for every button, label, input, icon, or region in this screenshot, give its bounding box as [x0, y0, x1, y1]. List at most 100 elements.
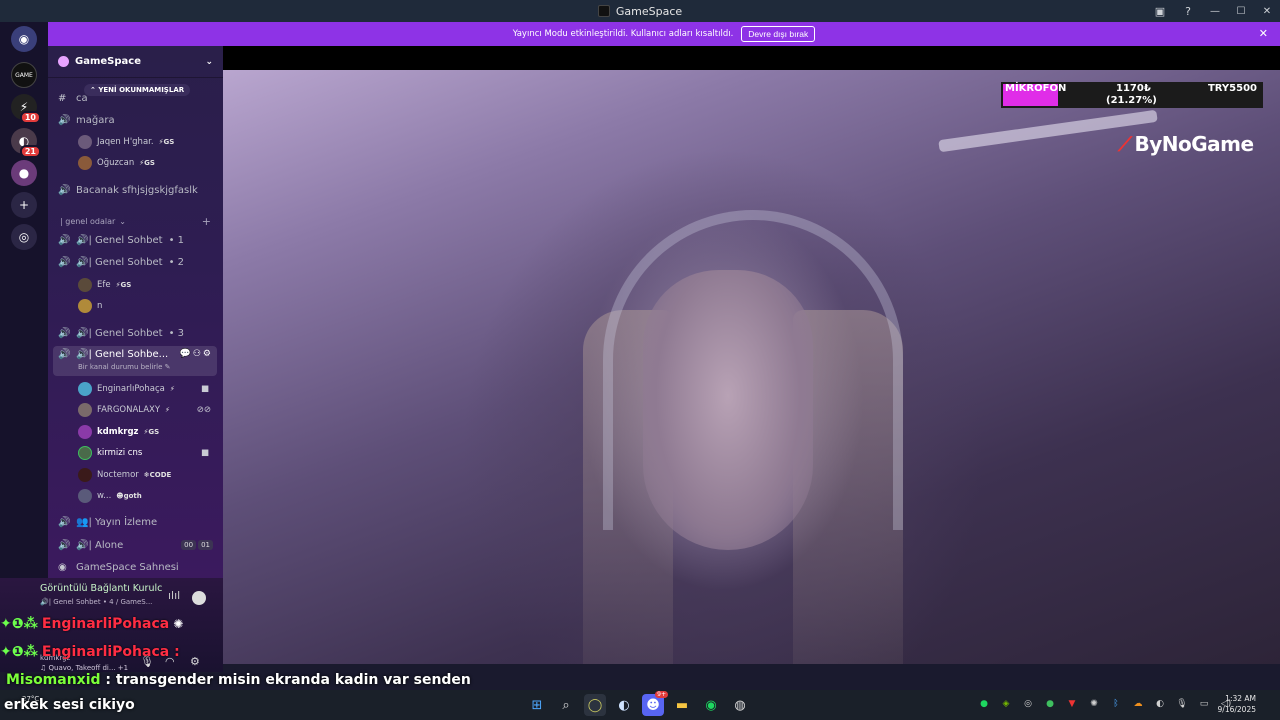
user-name: EnginarlıPohaça	[97, 384, 165, 394]
bluetooth-icon[interactable]: ᛒ	[1108, 696, 1124, 712]
spotify-icon[interactable]: ◉	[700, 694, 722, 716]
channel-genel-1[interactable]: 🔊 🔊| Genel Sohbet • 1	[48, 230, 223, 250]
stream-view[interactable]: MİKROFON 1170₺ (21.27%) TRY5500 ⟋ ByNoGa…	[223, 46, 1280, 664]
camera-icon: ■	[200, 448, 209, 458]
voice-user[interactable]: Noctemor ❄CODE	[48, 465, 223, 485]
voice-user[interactable]: Jaqen H'ghar. ⚡GS	[48, 132, 223, 152]
clock-time: 1:32 AM	[1225, 694, 1256, 703]
user-name: kdmkrgz	[97, 427, 139, 437]
tray-red-icon[interactable]: ▼	[1064, 696, 1080, 712]
channel-label: Bacanak sfhjsjgskjgfaslk	[76, 184, 198, 196]
category-genel-odalar[interactable]: | genel odalar ⌄ +	[48, 212, 223, 230]
clock[interactable]: 1:32 AM 9/16/2025	[1218, 693, 1256, 715]
search-icon[interactable]: ⌕	[555, 694, 577, 716]
disconnect-icon[interactable]	[192, 591, 206, 605]
voice-user[interactable]: Oğuzcan ⚡GS	[48, 153, 223, 173]
channel-yayin-izleme[interactable]: 🔊 👥| Yayın İzleme	[48, 512, 223, 532]
channel-label: mağara	[76, 114, 115, 126]
tray-icon[interactable]: ◎	[1020, 696, 1036, 712]
nvidia-icon[interactable]: ◈	[998, 696, 1014, 712]
guild-name: GameSpace	[75, 56, 141, 67]
user-tag: ☻goth	[116, 492, 142, 500]
counter-limit: 01	[198, 540, 213, 550]
channel-bacanak[interactable]: 🔊 Bacanak sfhjsjgskjgfaslk	[48, 180, 223, 200]
steam-tray-icon[interactable]: ◐	[1152, 696, 1168, 712]
voice-user[interactable]: kdmkrgz ⚡GS	[48, 422, 223, 442]
explore-icon[interactable]: ◎	[11, 224, 37, 250]
tray-status-icon[interactable]: ●	[1042, 696, 1058, 712]
server-gamespace[interactable]: GAME	[11, 62, 37, 88]
user-tag: ⚡GS	[115, 281, 132, 289]
discord-home-icon[interactable]: ◉	[11, 26, 37, 52]
maximize-button[interactable]: ☐	[1228, 0, 1254, 22]
channel-stage[interactable]: ◉ GameSpace Sahnesi	[48, 557, 223, 577]
user-tag: ⚡	[165, 406, 170, 414]
new-unread-pill[interactable]: ⌃ YENİ OKUNMAMIŞLAR	[84, 84, 191, 96]
avatar	[78, 446, 92, 460]
channel-alone[interactable]: 🔊 🔊| Alone 00 01	[48, 535, 223, 555]
channel-count: • 1	[168, 234, 185, 246]
taskbar: ⊞ ⌕ ◯ ◐ ☻ 9+ ▬ ◉ ◍ ● ◈ ◎ ● ▼ ✺ ᛒ ☁ ◐ 🎙 ▭ …	[0, 690, 1280, 720]
channel-genel-3[interactable]: 🔊 🔊| Genel Sohbet • 3	[48, 323, 223, 343]
tag-label: GS	[148, 428, 160, 436]
speaker-icon: 🔊	[58, 114, 71, 126]
app-icon	[597, 5, 610, 17]
hash-icon: #	[58, 92, 67, 104]
webcam-video	[223, 70, 1280, 664]
channel-genel-2[interactable]: 🔊 🔊| Genel Sohbet • 2	[48, 252, 223, 272]
voice-user[interactable]: kirmizi cns ■	[48, 443, 223, 463]
folder-icon[interactable]: ▬	[671, 694, 693, 716]
guild-header[interactable]: GameSpace ⌄	[48, 46, 223, 78]
cloud-icon[interactable]: ☁	[1130, 696, 1146, 712]
avatar	[78, 468, 92, 482]
app-icon[interactable]: ◯	[584, 694, 606, 716]
goal-amount: 1170₺	[1116, 83, 1151, 94]
banner-close-icon[interactable]: ✕	[1259, 27, 1268, 40]
add-server-icon[interactable]: +	[11, 192, 37, 218]
channel-controls[interactable]: 💬⚇⚙	[180, 349, 213, 359]
voice-user[interactable]: w... ☻goth	[48, 486, 223, 506]
chat-badge-icon: ✦❶⁂	[0, 644, 38, 660]
voice-user[interactable]: Efe ⚡GS	[48, 275, 223, 295]
channel-label: 🔊| Genel Sohbet	[76, 234, 163, 246]
tray-icon[interactable]: ✺	[1086, 696, 1102, 712]
channel-label: GameSpace Sahnesi	[76, 561, 179, 573]
microphone-tray-icon[interactable]: 🎙	[1174, 696, 1190, 712]
discord-icon[interactable]: ☻ 9+	[642, 691, 668, 716]
minimize-button[interactable]: —	[1202, 0, 1228, 22]
channel-genel-4-active[interactable]: 🔊 🔊| Genel Sohbe... 💬⚇⚙	[53, 346, 217, 376]
now-playing: ♫ Quavo, Takeoff di... +1	[40, 664, 129, 672]
inbox-icon[interactable]: ▣	[1146, 0, 1174, 22]
user-name: w...	[97, 491, 112, 501]
help-icon[interactable]: ?	[1174, 0, 1202, 22]
user-name: FARGONALAXY	[97, 405, 161, 415]
channel-magara[interactable]: 🔊 mağara	[48, 110, 223, 130]
server-4[interactable]: ●	[11, 160, 37, 186]
display-icon[interactable]: ▭	[1196, 696, 1212, 712]
obs-icon[interactable]: ◍	[729, 694, 751, 716]
close-button[interactable]: ✕	[1254, 0, 1280, 22]
voice-user[interactable]: FARGONALAXY ⚡ ⊘⊘	[48, 400, 223, 420]
window-title: GameSpace	[597, 5, 682, 18]
channel-label: 🔊| Genel Sohbet	[76, 256, 163, 268]
start-icon[interactable]: ⊞	[526, 694, 548, 716]
channel-status-text: Bir kanal durumu belirle	[78, 363, 163, 371]
disable-streamer-mode-button[interactable]: Devre dışı bırak	[741, 26, 816, 42]
caption-user: Misomanxid	[6, 672, 101, 688]
add-channel-icon[interactable]: +	[202, 215, 211, 228]
server-3-badge: 21	[19, 145, 41, 158]
voice-user[interactable]: n	[48, 296, 223, 316]
channel-status[interactable]: Bir kanal durumu belirle ✎	[78, 363, 218, 371]
voice-user[interactable]: EnginarlıPohaça ⚡ ■	[48, 379, 223, 399]
steam-icon[interactable]: ◐	[613, 694, 635, 716]
spotify-tray-icon[interactable]: ●	[976, 696, 992, 712]
settings-icon[interactable]: ⚙	[190, 655, 200, 668]
chat-line-1: ✦❶⁂ EnginarliPohaca ✺	[0, 616, 183, 632]
speaker-icon: 🔊	[58, 349, 71, 360]
tag-label: CODE	[149, 471, 172, 479]
server-2[interactable]: ⚡ 10	[11, 94, 41, 124]
goal-label: MİKROFON	[1005, 83, 1067, 94]
server-3[interactable]: ◐ 21	[11, 128, 41, 158]
soundboard-icon[interactable]: ılıl	[168, 589, 180, 602]
counter-current: 00	[181, 540, 197, 550]
